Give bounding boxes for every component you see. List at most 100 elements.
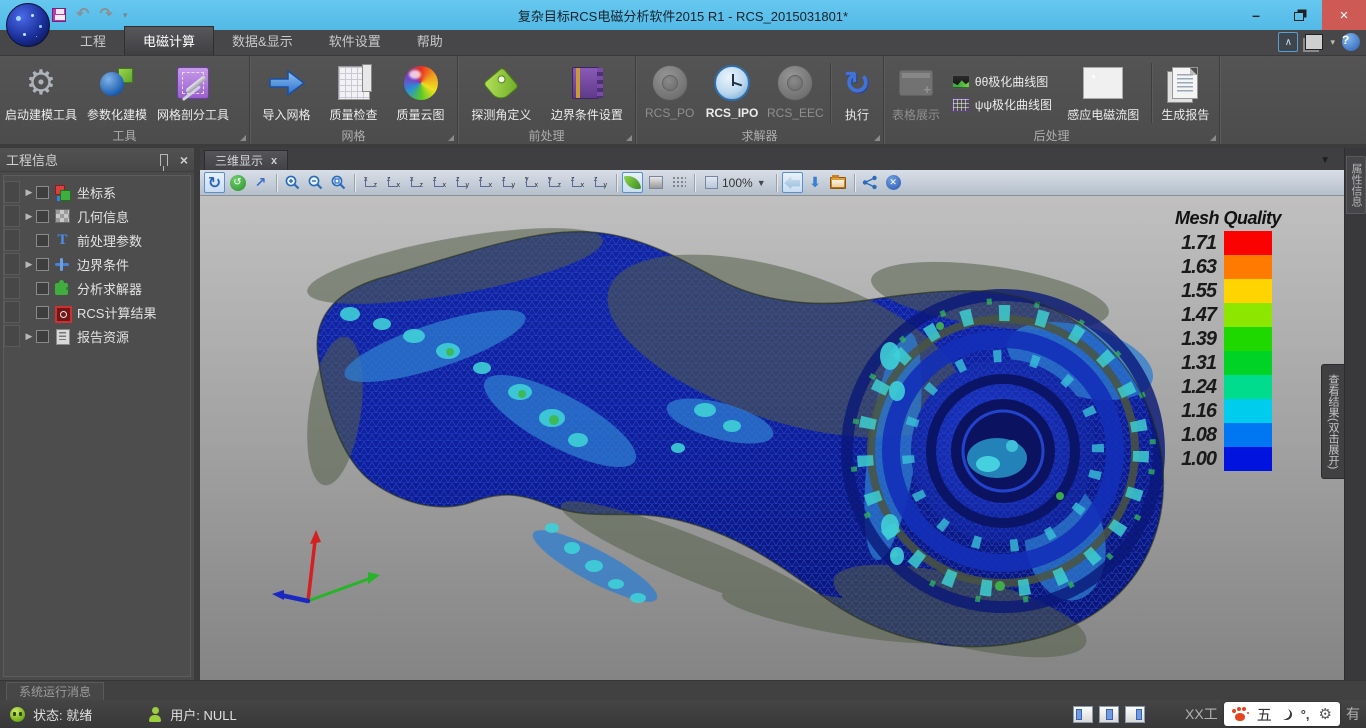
group-expand-icon[interactable] [448, 135, 454, 141]
tab-close-icon[interactable]: x [271, 155, 277, 167]
share-view-button[interactable] [860, 172, 881, 193]
group-expand-icon[interactable] [874, 135, 880, 141]
rcs-po-button[interactable]: RCS_PO [640, 59, 699, 127]
view-zx-button[interactable]: zx [383, 173, 404, 192]
view-xz-button[interactable]: xz [360, 173, 381, 192]
qat-dropdown-icon[interactable]: ▾ [123, 10, 128, 21]
menu-tab-settings[interactable]: 软件设置 [311, 27, 399, 55]
panel-close-icon[interactable]: × [180, 152, 188, 168]
tree-item-geometry-info[interactable]: ▶ 几何信息 [4, 204, 190, 228]
close-button[interactable]: × [1322, 0, 1366, 30]
tree-item-rcs-results[interactable]: RCS计算结果 [4, 300, 190, 324]
scene-manager-button[interactable] [828, 172, 849, 193]
theta-polar-curve-button[interactable]: θθ极化曲线图 [952, 73, 1052, 90]
points-mode-button[interactable] [668, 172, 689, 193]
tab-list-dropdown-icon[interactable]: ▼ [1320, 155, 1330, 166]
zoom-level-select[interactable]: 100% ▼ [700, 172, 771, 193]
orbit-view-button[interactable]: ↺ [227, 172, 248, 193]
checkbox[interactable] [36, 330, 49, 343]
expand-arrow-icon[interactable]: ▶ [22, 187, 36, 198]
view-xz2-button[interactable]: xz [406, 173, 427, 192]
tree-item-report-resources[interactable]: ▶ 报告资源 [4, 324, 190, 348]
rotate-view-button[interactable]: ↻ [204, 172, 225, 193]
tab-3d-display[interactable]: 三维显示 x [204, 150, 288, 170]
table-display-button[interactable]: 表格展示 [888, 59, 944, 127]
layout-center-button[interactable] [1099, 706, 1119, 723]
rcs-eec-button[interactable]: RCS_EEC [765, 59, 826, 127]
view-yx-button[interactable]: yx [521, 173, 542, 192]
system-message-tab[interactable]: 系统运行消息 [6, 682, 104, 700]
minimize-button[interactable]: – [1234, 0, 1278, 30]
checkbox[interactable] [36, 186, 49, 199]
display-dropdown-icon[interactable]: ▾ [1330, 37, 1335, 48]
save-icon[interactable] [52, 8, 66, 22]
close-view-button[interactable]: ✕ [883, 172, 904, 193]
menu-tab-help[interactable]: 帮助 [399, 27, 461, 55]
viewport-3d[interactable]: Mesh Quality 1.71 1.63 1.55 1.47 1.39 1.… [200, 196, 1344, 680]
view-zx4-button[interactable]: zx [567, 173, 588, 192]
view-results-tab[interactable]: 查看结果(双击展开) [1321, 364, 1344, 479]
menu-tab-em-compute[interactable]: 电磁计算 [124, 26, 214, 55]
boundary-settings-button[interactable]: 边界条件设置 [543, 59, 631, 127]
import-mesh-button[interactable]: 导入网格 [254, 59, 319, 127]
tree-item-coordinate-system[interactable]: ▶ 坐标系 [4, 180, 190, 204]
view-zx3-button[interactable]: zx [475, 173, 496, 192]
group-expand-icon[interactable] [626, 135, 632, 141]
view-zy-button[interactable]: zy [452, 173, 473, 192]
expand-arrow-icon[interactable]: ▶ [22, 259, 36, 270]
tree-item-analysis-solver[interactable]: 分析求解器 [4, 276, 190, 300]
properties-tab[interactable]: 属性信息 [1346, 156, 1366, 214]
menu-tab-project[interactable]: 工程 [62, 27, 124, 55]
parametric-modeling-button[interactable]: 参数化建模 [80, 59, 154, 127]
expand-arrow-icon[interactable]: ▶ [22, 331, 36, 342]
shaded-mode-button[interactable] [622, 172, 643, 193]
gear-icon[interactable]: ⚙ [1319, 705, 1332, 723]
collapse-ribbon-button[interactable]: ∧ [1278, 32, 1298, 52]
moon-icon[interactable] [1281, 709, 1292, 720]
meshing-tool-button[interactable]: 网格剖分工具 [156, 59, 230, 127]
undo-icon[interactable]: ↶ [76, 8, 89, 22]
ime-paw-icon[interactable] [1232, 707, 1248, 721]
view-zy2-button[interactable]: zy [498, 173, 519, 192]
checkbox[interactable] [36, 258, 49, 271]
quality-cloudmap-button[interactable]: 质量云图 [388, 59, 453, 127]
tree-item-boundary-conditions[interactable]: ▶ 边界条件 [4, 252, 190, 276]
checkbox[interactable] [36, 234, 49, 247]
layout-right-button[interactable] [1125, 706, 1145, 723]
induction-current-map-button[interactable]: 感应电磁流图 [1060, 59, 1147, 127]
restore-button[interactable] [1278, 0, 1322, 30]
checkbox[interactable] [36, 210, 49, 223]
group-expand-icon[interactable] [240, 135, 246, 141]
wireframe-mode-button[interactable] [645, 172, 666, 193]
redo-icon[interactable]: ↷ [99, 8, 112, 22]
zoom-in-button[interactable] [282, 172, 303, 193]
previous-view-button[interactable] [782, 172, 803, 193]
pin-icon[interactable] [160, 154, 168, 166]
layout-left-button[interactable] [1073, 706, 1093, 723]
pan-view-button[interactable]: ↗ [250, 172, 271, 193]
execute-button[interactable]: ↻ 执行 [835, 59, 879, 127]
ime-punctuation[interactable]: °, [1301, 707, 1310, 722]
checkbox[interactable] [36, 282, 49, 295]
help-icon[interactable]: ? [1342, 33, 1360, 51]
zoom-out-button[interactable] [305, 172, 326, 193]
menu-tab-data-display[interactable]: 数据&显示 [214, 27, 311, 55]
launch-modeling-tool-button[interactable]: ⚙ 启动建模工具 [4, 59, 78, 127]
display-mode-icon[interactable] [1305, 34, 1323, 50]
view-yz-button[interactable]: yz [544, 173, 565, 192]
zoom-fit-button[interactable] [328, 172, 349, 193]
view-zy3-button[interactable]: zy [590, 173, 611, 192]
expand-arrow-icon[interactable]: ▶ [22, 211, 36, 222]
probe-angle-button[interactable]: 探测角定义 [462, 59, 541, 127]
app-logo-icon[interactable] [6, 3, 50, 47]
view-zx2-button[interactable]: zx [429, 173, 450, 192]
generate-report-button[interactable]: 生成报告 [1156, 59, 1216, 127]
psi-polar-curve-button[interactable]: ψψ极化曲线图 [952, 96, 1052, 113]
rcs-ipo-button[interactable]: RCS_IPO [701, 59, 762, 127]
quality-check-button[interactable]: 质量检查 [321, 59, 386, 127]
ime-mode-label[interactable]: 五 [1257, 704, 1272, 725]
next-view-button[interactable]: ⬇ [805, 172, 826, 193]
tree-item-preprocess-params[interactable]: T 前处理参数 [4, 228, 190, 252]
checkbox[interactable] [36, 306, 49, 319]
group-expand-icon[interactable] [1210, 135, 1216, 141]
